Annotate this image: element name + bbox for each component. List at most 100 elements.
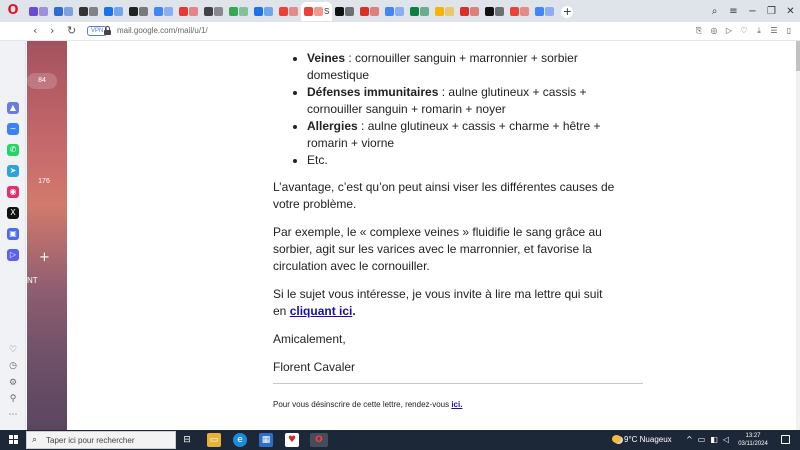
list-item: Allergies : aulne glutineux + cassis + c… — [307, 118, 643, 152]
unsubscribe-link[interactable]: ici. — [451, 400, 462, 409]
taskbar: ⌕ Taper ici pour rechercher ⊟ ▭ e ▦ ♥ O … — [0, 430, 800, 450]
browser-tab[interactable] — [382, 2, 407, 21]
task-view-icon[interactable]: ⊟ — [180, 433, 194, 447]
back-icon[interactable]: ‹ — [33, 25, 37, 37]
x-icon[interactable]: X — [7, 207, 19, 219]
unsubscribe-footer: Pour vous désinscrire de cette lettre, r… — [273, 400, 463, 409]
scrollbar-thumb[interactable] — [796, 41, 800, 71]
browser-tab[interactable] — [251, 2, 276, 21]
browser-tab[interactable] — [507, 2, 532, 21]
whatsapp-icon[interactable]: ✆ — [7, 144, 19, 156]
favicon-icon — [254, 7, 263, 16]
reload-icon[interactable]: ↻ — [67, 25, 76, 37]
snapshot-icon[interactable]: ◎ — [709, 25, 719, 37]
lock-icon[interactable] — [104, 26, 111, 35]
paragraph: L’avantage, c’est qu’on peut ainsi viser… — [273, 180, 615, 211]
browser-tab[interactable] — [482, 2, 507, 21]
scrollbar[interactable] — [796, 41, 800, 430]
read-letter-link[interactable]: cliquant ici — [290, 304, 353, 318]
telegram-icon[interactable]: ➤ — [7, 165, 19, 177]
browser-tab[interactable] — [357, 2, 382, 21]
browser-tab[interactable] — [51, 2, 76, 21]
aria-icon[interactable]: ▲ — [7, 102, 19, 114]
heart-icon[interactable]: ♡ — [7, 344, 19, 356]
favicon-icon — [520, 7, 530, 16]
label-count[interactable]: 176 — [27, 178, 61, 185]
browser-tab[interactable] — [332, 2, 357, 21]
chevron-up-icon[interactable]: ^ — [686, 434, 693, 445]
tab-strip: S + — [26, 2, 574, 21]
inbox-count[interactable]: 84 — [27, 73, 57, 89]
favicon-icon — [470, 7, 480, 16]
browser-tab[interactable] — [432, 2, 457, 21]
opera-logo-icon[interactable]: O — [6, 4, 20, 18]
music-icon[interactable]: ▷ — [7, 249, 19, 261]
favicon-icon — [314, 7, 323, 16]
app-icon[interactable]: ♥ — [285, 433, 299, 447]
player-icon[interactable]: ▣ — [7, 228, 19, 240]
favicon-icon — [29, 7, 38, 16]
heart-icon[interactable]: ♡ — [739, 25, 749, 37]
url-field[interactable]: mail.google.com/mail/u/1/ — [117, 26, 208, 35]
battery-icon[interactable]: ▭ — [698, 434, 706, 445]
store-icon[interactable]: ▦ — [259, 433, 273, 447]
volume-icon[interactable]: ◁ — [723, 434, 729, 445]
search-tabs-icon[interactable]: ⌕ — [705, 6, 724, 17]
file-explorer-icon[interactable]: ▭ — [207, 433, 221, 447]
favicon-icon — [264, 7, 273, 16]
browser-tab[interactable]: S — [301, 2, 333, 21]
opera-taskbar-icon[interactable]: O — [310, 433, 328, 447]
instagram-icon[interactable]: ◉ — [7, 186, 19, 198]
browser-tab[interactable] — [151, 2, 176, 21]
download-icon[interactable]: ⤓ — [754, 25, 764, 37]
browser-tab[interactable] — [26, 2, 51, 21]
snap-icon[interactable]: ≡ — [724, 6, 743, 17]
browser-tab[interactable] — [457, 2, 482, 21]
favicon-icon — [39, 7, 48, 16]
weather-widget[interactable]: 9°C Nuageux — [612, 435, 672, 444]
history-icon[interactable]: ◷ — [7, 360, 19, 372]
favicon-icon — [64, 7, 73, 16]
clock[interactable]: 13:27 03/11/2024 — [736, 432, 770, 448]
browser-tab[interactable] — [407, 2, 432, 21]
notifications-icon[interactable] — [781, 435, 790, 444]
browser-tab[interactable] — [126, 2, 151, 21]
browser-tab[interactable] — [201, 2, 226, 21]
close-icon[interactable]: ✕ — [781, 6, 800, 17]
share-icon[interactable]: ⎘ — [694, 25, 704, 37]
browser-tab[interactable] — [532, 2, 557, 21]
player-icon[interactable]: ▷ — [724, 25, 734, 37]
settings-icon[interactable]: ⚙ — [7, 377, 19, 389]
favicon-icon — [510, 7, 520, 16]
favicon-icon — [395, 7, 405, 16]
taskbar-search[interactable]: ⌕ Taper ici pour rechercher — [26, 431, 176, 449]
network-icon[interactable]: ◧ — [710, 434, 718, 445]
search-icon: ⌕ — [32, 435, 38, 445]
messenger-icon[interactable]: ~ — [7, 123, 19, 135]
edge-icon[interactable]: e — [233, 433, 247, 447]
browser-tab[interactable] — [76, 2, 101, 21]
new-tab-icon[interactable]: + — [561, 5, 574, 18]
restore-icon[interactable]: ❐ — [762, 6, 781, 17]
nav-label-partial[interactable]: NT — [27, 276, 38, 285]
email-body: Veines : cornouiller sanguin + marronnie… — [273, 41, 643, 376]
forward-icon[interactable]: › — [50, 25, 54, 37]
weather-icon — [612, 435, 621, 443]
windows-start-icon[interactable] — [9, 435, 18, 444]
browser-tab[interactable] — [101, 2, 126, 21]
easy-setup-icon[interactable]: ☰ — [769, 25, 779, 37]
window-controls: ⌕ ≡ − ❐ ✕ — [705, 0, 800, 22]
favicon-icon — [89, 7, 98, 16]
browser-tab[interactable] — [176, 2, 201, 21]
gmail-nav-panel — [27, 41, 67, 430]
favicon-icon — [139, 7, 148, 16]
favicon-icon — [410, 7, 420, 16]
pin-icon[interactable]: ⚲ — [7, 393, 19, 405]
minimize-icon[interactable]: − — [743, 6, 762, 17]
favicon-icon — [164, 7, 173, 16]
browser-tab[interactable] — [226, 2, 251, 21]
browser-tab[interactable] — [276, 2, 301, 21]
more-icon[interactable]: ⋯ — [7, 409, 19, 421]
extensions-icon[interactable]: ▯ — [784, 25, 794, 37]
add-label-icon[interactable]: + — [39, 250, 50, 265]
